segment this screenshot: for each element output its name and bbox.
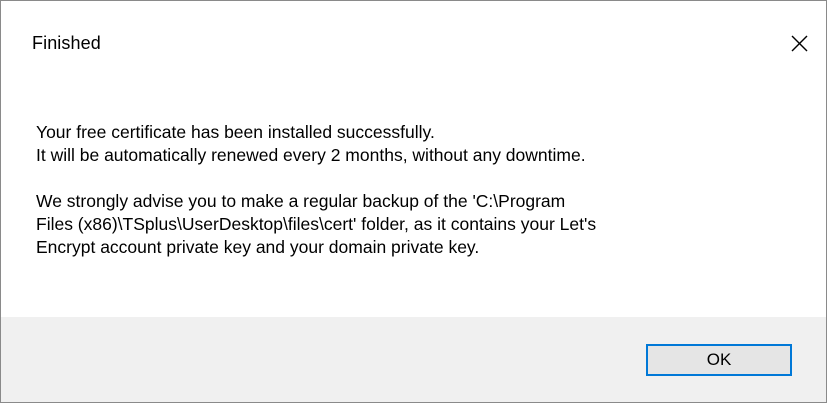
message-line: We strongly advise you to make a regular… (36, 191, 566, 211)
button-bar: OK (1, 317, 826, 402)
message-line: Files (x86)\TSplus\UserDesktop\files\cer… (36, 214, 597, 234)
message-text: Your free certificate has been installed… (36, 121, 796, 259)
dialog-title: Finished (32, 33, 101, 53)
title-bar: Finished (1, 1, 826, 85)
message-line: Encrypt account private key and your dom… (36, 237, 480, 257)
ok-button[interactable]: OK (646, 344, 792, 376)
message-dialog: Finished Your free certificate has been … (0, 0, 827, 403)
message-line: It will be automatically renewed every 2… (36, 145, 586, 165)
message-line: Your free certificate has been installed… (36, 122, 435, 142)
message-area: Your free certificate has been installed… (1, 85, 826, 317)
close-icon (791, 35, 808, 52)
ok-button-label: OK (706, 350, 732, 369)
close-button[interactable] (777, 21, 821, 65)
